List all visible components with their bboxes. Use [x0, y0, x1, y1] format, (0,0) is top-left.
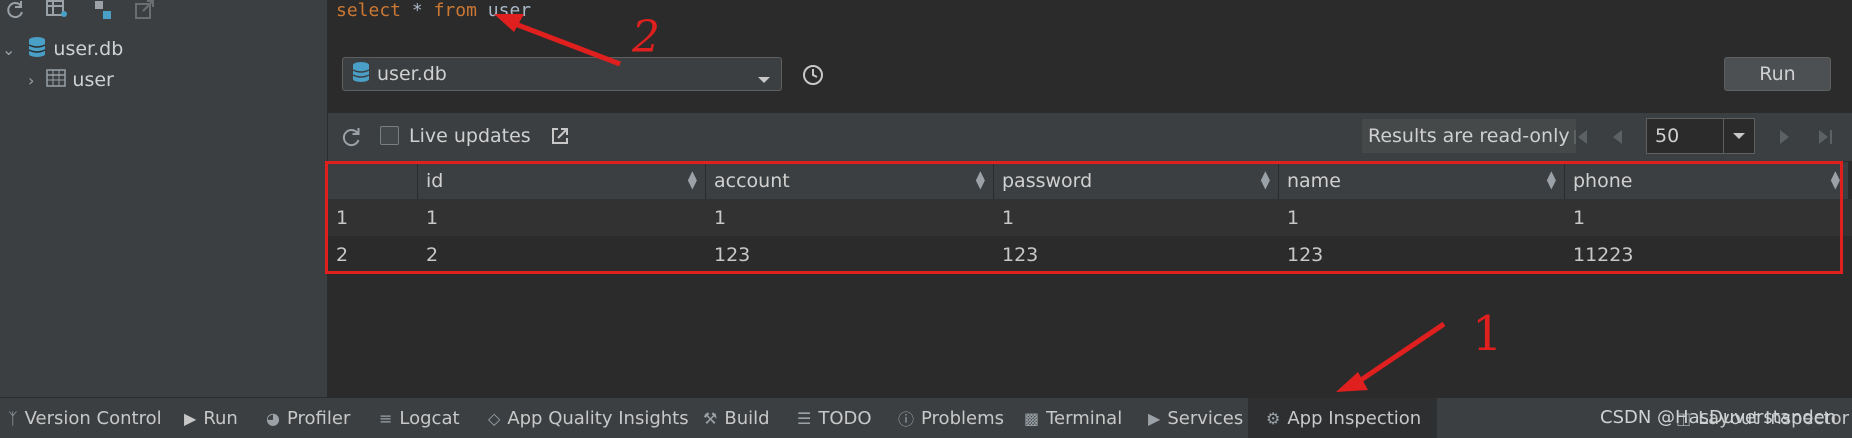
- tool-window-run[interactable]: ▶ Run: [184, 398, 238, 438]
- watermark-text: CSDN @HasDuverstanden: [1600, 407, 1837, 428]
- tool-window-app-inspection[interactable]: ⚙ App Inspection: [1248, 398, 1438, 438]
- annotation-number-two: 2: [632, 12, 660, 63]
- checklist-icon: ☰: [797, 408, 812, 428]
- branch-icon: ᛉ: [8, 408, 18, 428]
- tool-window-logcat[interactable]: ≡ Logcat: [379, 398, 460, 438]
- tool-window-problems[interactable]: ⓘ Problems: [898, 398, 1004, 438]
- tool-window-terminal[interactable]: ▩ Terminal: [1024, 398, 1122, 438]
- annotation-number-one: 1: [1472, 306, 1503, 362]
- tool-window-profiler[interactable]: ◕ Profiler: [266, 398, 350, 438]
- diamond-icon: ◇: [488, 408, 501, 428]
- annotation-arrow-to-query: [509, 19, 621, 67]
- inspector-icon: ⚙: [1266, 408, 1281, 428]
- tool-window-version-control[interactable]: ᛉ Version Control: [8, 398, 162, 438]
- annotation-arrows: [494, 14, 1446, 392]
- tool-window-todo[interactable]: ☰ TODO: [797, 398, 872, 438]
- gauge-icon: ◕: [266, 408, 280, 428]
- tool-window-services[interactable]: ▶ Services: [1148, 398, 1243, 438]
- services-icon: ▶: [1148, 408, 1161, 428]
- bottom-tool-bar: ᛉ Version Control ▶ Run ◕ Profiler ≡ Log…: [0, 397, 1852, 438]
- annotation-arrow-to-app-inspection: [1350, 321, 1446, 389]
- warning-icon: ⓘ: [898, 410, 915, 429]
- list-icon: ≡: [379, 408, 393, 428]
- play-icon: ▶: [184, 408, 197, 428]
- tool-window-app-quality-insights[interactable]: ◇ App Quality Insights: [488, 398, 689, 438]
- annotation-arrow-head: [1336, 372, 1368, 392]
- hammer-icon: ⚒: [703, 408, 718, 428]
- terminal-icon: ▩: [1024, 408, 1040, 428]
- tool-window-build[interactable]: ⚒ Build: [703, 398, 770, 438]
